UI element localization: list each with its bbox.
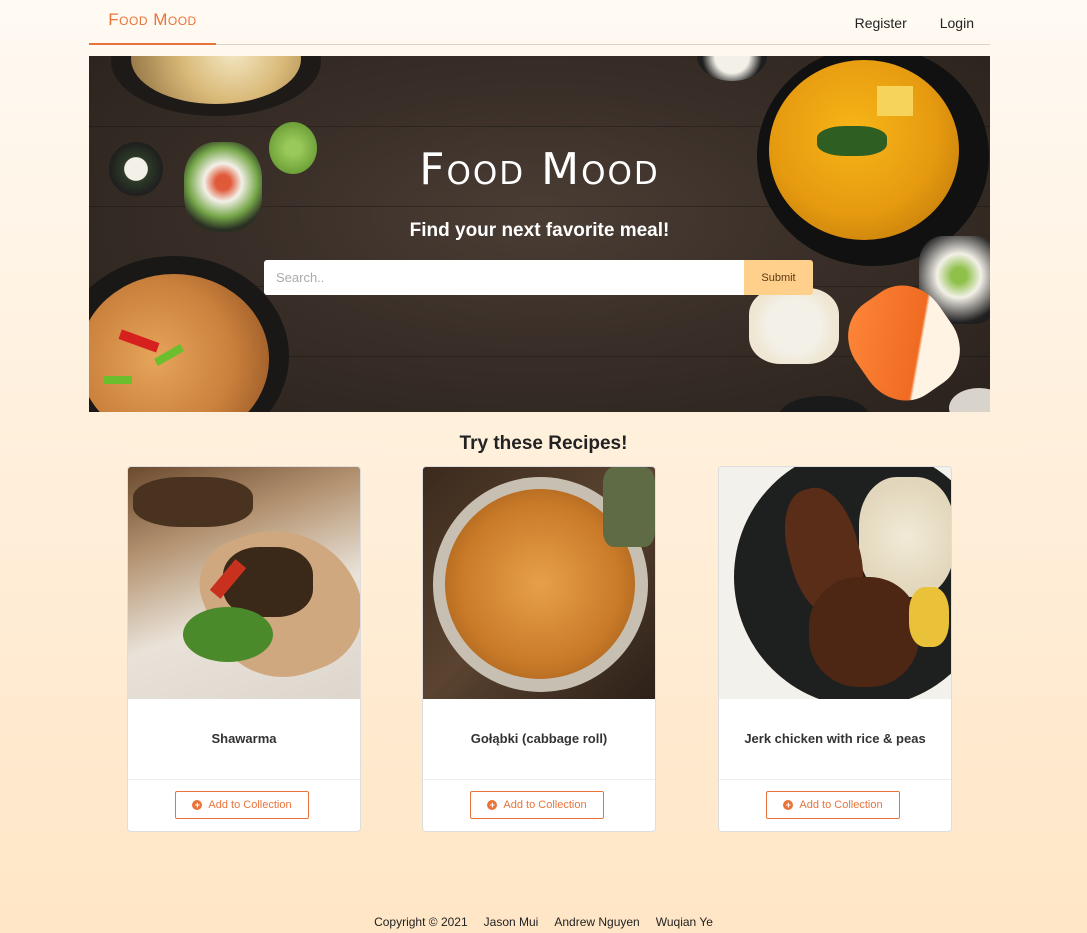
card-divider	[128, 779, 360, 780]
register-link[interactable]: Register	[855, 15, 907, 31]
author-name: Wuqian Ye	[655, 915, 713, 929]
add-to-collection-button[interactable]: + Add to Collection	[470, 791, 604, 819]
page-footer: Copyright © 2021 Jason Mui Andrew Nguyen…	[0, 915, 1087, 929]
add-to-collection-button[interactable]: + Add to Collection	[175, 791, 309, 819]
add-to-collection-button[interactable]: + Add to Collection	[766, 791, 900, 819]
hero-banner: Food Mood Find your next favorite meal! …	[89, 56, 990, 412]
golabki-image[interactable]	[423, 467, 655, 699]
add-button-label: Add to Collection	[799, 799, 883, 811]
recipe-name: Jerk chicken with rice & peas	[744, 731, 926, 746]
add-button-label: Add to Collection	[208, 799, 292, 811]
top-navbar: Food Mood Register Login	[89, 0, 990, 45]
copyright-text: Copyright © 2021	[374, 915, 468, 929]
add-button-label: Add to Collection	[503, 799, 587, 811]
recipe-name: Shawarma	[211, 731, 277, 746]
author-name: Jason Mui	[483, 915, 539, 929]
nav-links: Register Login	[855, 0, 974, 45]
author-name: Andrew Nguyen	[554, 915, 640, 929]
card-divider	[719, 779, 951, 780]
hero-subtitle: Find your next favorite meal!	[409, 220, 670, 241]
noodle-bowl-image	[111, 56, 321, 116]
brand-logo-link[interactable]: Food Mood	[89, 0, 216, 45]
hero-title: Food Mood	[419, 144, 660, 195]
plus-circle-icon: +	[487, 800, 498, 810]
search-input[interactable]	[264, 260, 744, 295]
search-form: Submit	[264, 260, 813, 295]
plus-circle-icon: +	[192, 800, 203, 810]
recipe-card: Jerk chicken with rice & peas + Add to C…	[718, 466, 952, 832]
recipe-card: Gołąbki (cabbage roll) + Add to Collecti…	[422, 466, 656, 832]
recipe-card: Shawarma + Add to Collection	[127, 466, 361, 832]
fried-rice-bowl-image	[89, 256, 289, 412]
plus-circle-icon: +	[783, 800, 794, 810]
card-divider	[423, 779, 655, 780]
recipes-heading: Try these Recipes!	[459, 433, 628, 454]
submit-button[interactable]: Submit	[744, 260, 813, 295]
jerk-chicken-image[interactable]	[719, 467, 951, 699]
login-link[interactable]: Login	[940, 15, 974, 31]
recipe-name: Gołąbki (cabbage roll)	[470, 731, 608, 746]
shawarma-image[interactable]	[128, 467, 360, 699]
